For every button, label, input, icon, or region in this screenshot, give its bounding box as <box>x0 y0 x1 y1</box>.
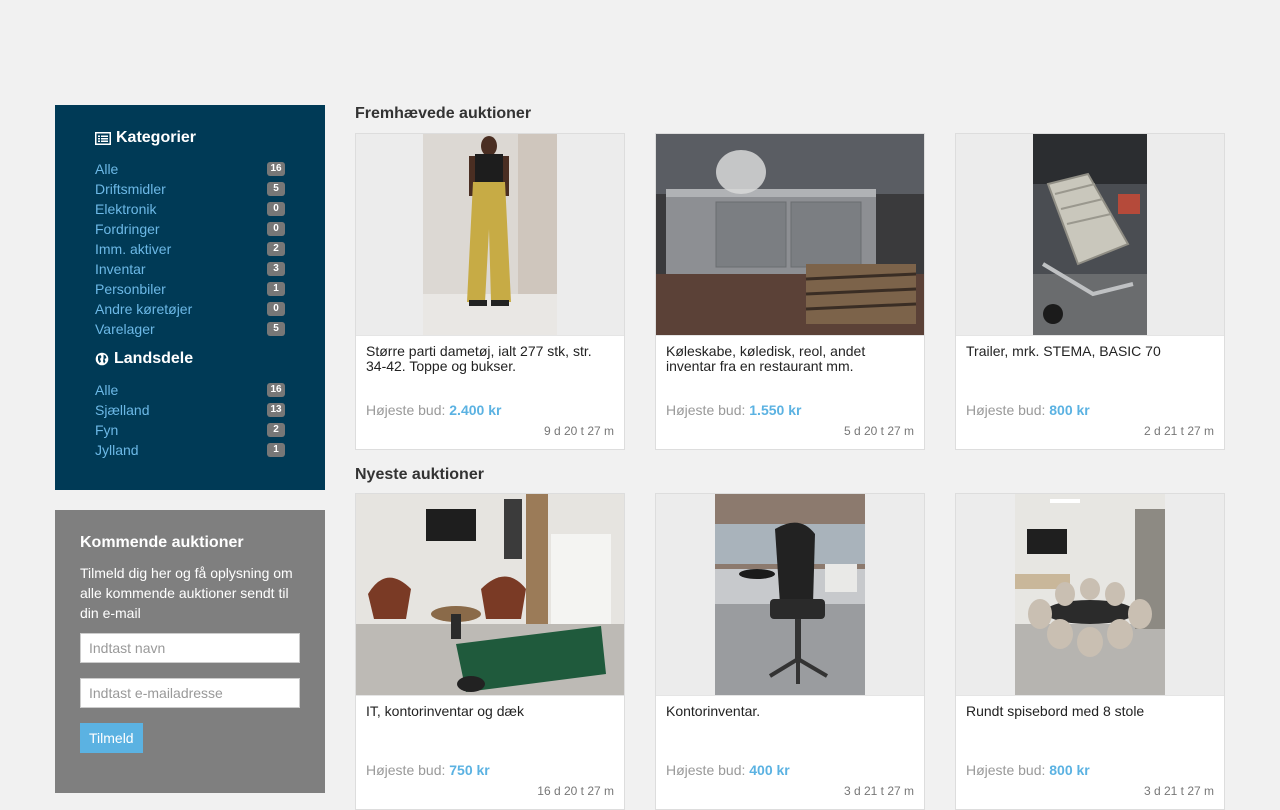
auction-image[interactable] <box>356 134 624 336</box>
signup-title: Kommende auktioner <box>80 534 244 551</box>
bid-value: 1.550 kr <box>749 402 802 418</box>
count-badge: 5 <box>267 182 285 196</box>
category-link[interactable]: Personbiler <box>95 281 166 297</box>
bid-label: Højeste bud: <box>966 762 1046 778</box>
count-badge: 0 <box>267 222 285 236</box>
category-item-alle[interactable]: Alle 16 <box>95 159 285 179</box>
time-remaining: 3 d 21 t 27 m <box>843 784 914 798</box>
time-remaining: 5 d 20 t 27 m <box>843 424 914 438</box>
bid-label: Højeste bud: <box>366 402 446 418</box>
region-link[interactable]: Jylland <box>95 442 139 458</box>
region-item-fyn[interactable]: Fyn 2 <box>95 420 285 440</box>
count-badge: 16 <box>267 383 285 397</box>
name-input[interactable] <box>80 633 300 663</box>
category-item-personbiler[interactable]: Personbiler 1 <box>95 279 285 299</box>
count-badge: 0 <box>267 202 285 216</box>
email-input[interactable] <box>80 678 300 708</box>
highest-bid: Højeste bud: 800 kr <box>966 402 1090 418</box>
auction-card[interactable]: Køleskabe, køledisk, reol, andet inventa… <box>655 133 925 450</box>
region-link[interactable]: Alle <box>95 382 118 398</box>
category-item-driftsmidler[interactable]: Driftsmidler 5 <box>95 179 285 199</box>
highest-bid: Højeste bud: 750 kr <box>366 762 490 778</box>
regions-heading-label: Landsdele <box>114 350 194 367</box>
time-remaining: 3 d 21 t 27 m <box>1143 784 1214 798</box>
region-item-alle[interactable]: Alle 16 <box>95 380 285 400</box>
auction-card[interactable]: Rundt spisebord med 8 stole Højeste bud:… <box>955 493 1225 810</box>
category-link[interactable]: Andre køretøjer <box>95 301 192 317</box>
auction-title[interactable]: Køleskabe, køledisk, reol, andet inventa… <box>666 344 906 374</box>
region-item-sjaelland[interactable]: Sjælland 13 <box>95 400 285 420</box>
list-icon <box>95 131 111 145</box>
count-badge: 2 <box>267 423 285 437</box>
category-list: Alle 16 Driftsmidler 5 Elektronik 0 Fordrin… <box>95 159 285 339</box>
count-badge: 2 <box>267 242 285 256</box>
category-link[interactable]: Inventar <box>95 261 146 277</box>
category-link[interactable]: Varelager <box>95 321 155 337</box>
auction-image[interactable] <box>656 134 924 336</box>
highest-bid: Højeste bud: 1.550 kr <box>666 402 801 418</box>
bid-value: 400 kr <box>749 762 790 778</box>
auction-card[interactable]: Kontorinventar. Højeste bud: 400 kr 3 d … <box>655 493 925 810</box>
count-badge: 13 <box>267 403 285 417</box>
region-link[interactable]: Sjælland <box>95 402 149 418</box>
newest-section-title: Nyeste auktioner <box>355 466 484 483</box>
auction-image[interactable] <box>956 494 1224 696</box>
region-link[interactable]: Fyn <box>95 422 118 438</box>
auction-title[interactable]: Større parti dametøj, ialt 277 stk, str.… <box>366 344 606 374</box>
auction-card[interactable]: Større parti dametøj, ialt 277 stk, str.… <box>355 133 625 450</box>
count-badge: 16 <box>267 162 285 176</box>
bid-label: Højeste bud: <box>666 402 746 418</box>
signup-description: Tilmeld dig her og få oplysning om alle … <box>80 565 293 621</box>
auction-image[interactable] <box>956 134 1224 336</box>
category-link[interactable]: Driftsmidler <box>95 181 166 197</box>
categories-heading: Kategorier <box>95 129 285 147</box>
region-list: Alle 16 Sjælland 13 Fyn 2 Jylland 1 <box>95 380 285 460</box>
category-item-inventar[interactable]: Inventar 3 <box>95 259 285 279</box>
highest-bid: Højeste bud: 400 kr <box>666 762 790 778</box>
categories-heading-label: Kategorier <box>116 129 197 146</box>
regions-heading: Landsdele <box>95 350 285 368</box>
category-link[interactable]: Imm. aktiver <box>95 241 171 257</box>
bid-label: Højeste bud: <box>966 402 1046 418</box>
signup-button[interactable]: Tilmeld <box>80 723 143 753</box>
count-badge: 1 <box>267 443 285 457</box>
globe-icon <box>95 352 109 366</box>
count-badge: 1 <box>267 282 285 296</box>
category-item-imm-aktiver[interactable]: Imm. aktiver 2 <box>95 239 285 259</box>
featured-section-title: Fremhævede auktioner <box>355 105 532 122</box>
auction-image[interactable] <box>656 494 924 696</box>
category-item-fordringer[interactable]: Fordringer 0 <box>95 219 285 239</box>
category-link[interactable]: Fordringer <box>95 221 160 237</box>
count-badge: 3 <box>267 262 285 276</box>
category-item-varelager[interactable]: Varelager 5 <box>95 319 285 339</box>
category-link[interactable]: Elektronik <box>95 201 156 217</box>
auction-card[interactable]: IT, kontorinventar og dæk Højeste bud: 7… <box>355 493 625 810</box>
auction-image[interactable] <box>356 494 624 696</box>
category-item-elektronik[interactable]: Elektronik 0 <box>95 199 285 219</box>
auction-title[interactable]: Trailer, mrk. STEMA, BASIC 70 <box>966 344 1206 359</box>
bid-value: 800 kr <box>1049 402 1090 418</box>
auction-card[interactable]: Trailer, mrk. STEMA, BASIC 70 Højeste bu… <box>955 133 1225 450</box>
time-remaining: 9 d 20 t 27 m <box>543 424 614 438</box>
highest-bid: Højeste bud: 2.400 kr <box>366 402 501 418</box>
signup-panel: Kommende auktioner Tilmeld dig her og få… <box>55 510 325 793</box>
count-badge: 0 <box>267 302 285 316</box>
bid-value: 800 kr <box>1049 762 1090 778</box>
time-remaining: 2 d 21 t 27 m <box>1143 424 1214 438</box>
auction-title[interactable]: Rundt spisebord med 8 stole <box>966 704 1206 719</box>
time-remaining: 16 d 20 t 27 m <box>537 784 614 798</box>
category-item-andre-koretojer[interactable]: Andre køretøjer 0 <box>95 299 285 319</box>
highest-bid: Højeste bud: 800 kr <box>966 762 1090 778</box>
auction-title[interactable]: Kontorinventar. <box>666 704 906 719</box>
region-item-jylland[interactable]: Jylland 1 <box>95 440 285 460</box>
bid-label: Højeste bud: <box>666 762 746 778</box>
bid-value: 2.400 kr <box>449 402 502 418</box>
count-badge: 5 <box>267 322 285 336</box>
auction-title[interactable]: IT, kontorinventar og dæk <box>366 704 606 719</box>
bid-value: 750 kr <box>449 762 490 778</box>
bid-label: Højeste bud: <box>366 762 446 778</box>
category-panel: Kategorier Alle 16 Driftsmidler 5 Elektron… <box>55 105 325 490</box>
category-link[interactable]: Alle <box>95 161 118 177</box>
